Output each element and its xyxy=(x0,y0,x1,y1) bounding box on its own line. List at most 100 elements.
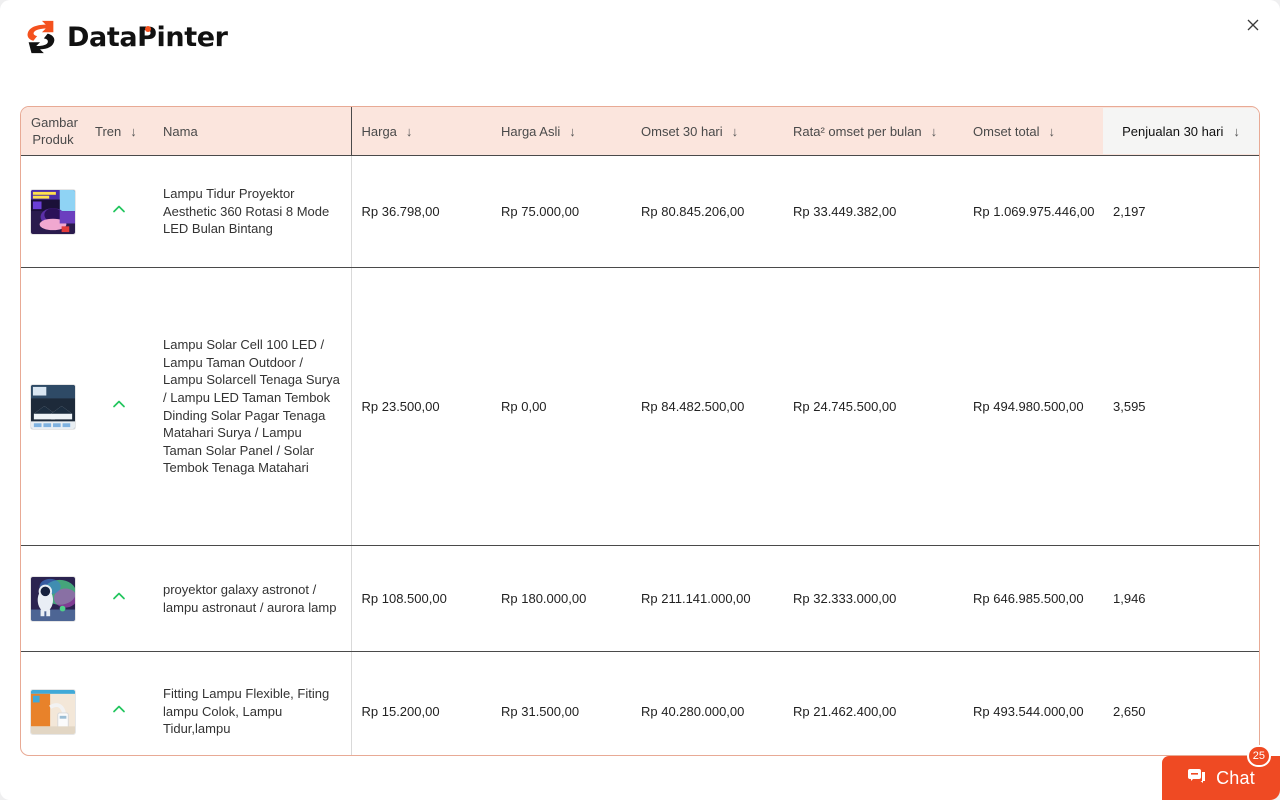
chevron-up-glyph xyxy=(113,205,125,213)
trend-cell xyxy=(85,651,153,755)
product-image-cell xyxy=(21,651,85,755)
chevron-up-glyph xyxy=(113,705,125,713)
trend-cell xyxy=(85,545,153,652)
app-header: DataPinter xyxy=(0,0,1280,88)
column-header-omset-total[interactable]: Omset total ↓ xyxy=(963,107,1103,156)
table-row[interactable]: proyektor galaxy astronot / lampu astron… xyxy=(21,545,1259,652)
table-row[interactable]: Lampu Solar Cell 100 LED / Lampu Taman O… xyxy=(21,267,1259,546)
column-label-nama: Nama xyxy=(163,123,198,139)
penjualan-30-hari-cell: 2,197 xyxy=(1103,155,1259,268)
products-table: Gambar Produk Tren ↓ Nama Harga ↓ Harga … xyxy=(21,107,1259,755)
lampu-tidur-proyektor-thumbnail-icon xyxy=(31,189,75,234)
penjualan-30-hari-cell: 2,650 xyxy=(1103,651,1259,755)
brand-logo: DataPinter xyxy=(24,18,228,56)
harga-cell: Rp 36.798,00 xyxy=(351,155,491,268)
close-x-glyph xyxy=(1247,19,1259,31)
app-window: DataPinter Gambar Produk Tren ↓ Nama Har… xyxy=(0,0,1280,800)
harga-asli-cell: Rp 31.500,00 xyxy=(491,651,631,755)
chevron-up-glyph xyxy=(113,592,125,600)
s-arrow-logo-icon xyxy=(27,20,55,54)
product-thumbnail[interactable] xyxy=(30,575,76,622)
column-label-harga: Harga xyxy=(361,123,397,139)
trend-cell xyxy=(85,267,153,546)
harga-asli-cell: Rp 75.000,00 xyxy=(491,155,631,268)
trend-cell xyxy=(85,155,153,268)
rata-omset-per-bulan-cell: Rp 33.449.382,00 xyxy=(783,155,963,268)
rata-omset-per-bulan-cell: Rp 32.333.000,00 xyxy=(783,545,963,652)
harga-asli-cell: Rp 180.000,00 xyxy=(491,545,631,652)
rata-omset-per-bulan-cell: Rp 24.745.500,00 xyxy=(783,267,963,546)
chevron-up-icon xyxy=(111,201,127,217)
chevron-up-icon xyxy=(111,396,127,412)
harga-cell: Rp 15.200,00 xyxy=(351,651,491,755)
brand-accent-dot xyxy=(145,25,151,32)
column-label-omset-total: Omset total xyxy=(973,123,1040,139)
sort-descending-icon[interactable]: ↓ xyxy=(569,125,576,138)
column-header-rata-omset-per-bulan[interactable]: Rata² omset per bulan ↓ xyxy=(783,107,963,156)
table-scroll-region[interactable]: Gambar Produk Tren ↓ Nama Harga ↓ Harga … xyxy=(21,107,1259,755)
brand-name: DataPinter xyxy=(67,24,228,51)
column-label-omset-30-hari: Omset 30 hari xyxy=(641,123,723,139)
column-header-omset-30-hari[interactable]: Omset 30 hari ↓ xyxy=(631,107,783,156)
proyektor-galaxy-astronot-thumbnail-icon xyxy=(31,576,75,621)
omset-total-cell: Rp 493.544.000,00 xyxy=(963,651,1103,755)
products-table-frame: Gambar Produk Tren ↓ Nama Harga ↓ Harga … xyxy=(20,106,1260,756)
product-name-cell: proyektor galaxy astronot / lampu astron… xyxy=(153,545,352,652)
column-header-harga[interactable]: Harga ↓ xyxy=(351,107,491,156)
table-row[interactable]: Lampu Tidur Proyektor Aesthetic 360 Rota… xyxy=(21,155,1259,268)
harga-asli-cell: Rp 0,00 xyxy=(491,267,631,546)
table-header-row: Gambar Produk Tren ↓ Nama Harga ↓ Harga … xyxy=(21,107,1259,156)
column-header-gambar-produk: Gambar Produk xyxy=(21,107,85,156)
sort-descending-icon[interactable]: ↓ xyxy=(732,125,739,138)
product-thumbnail[interactable] xyxy=(30,688,76,735)
table-row[interactable]: Fitting Lampu Flexible, Fiting lampu Col… xyxy=(21,651,1259,755)
column-header-harga-asli[interactable]: Harga Asli ↓ xyxy=(491,107,631,156)
sort-descending-icon[interactable]: ↓ xyxy=(130,125,137,138)
penjualan-30-hari-cell: 3,595 xyxy=(1103,267,1259,546)
harga-cell: Rp 108.500,00 xyxy=(351,545,491,652)
product-image-cell xyxy=(21,267,85,546)
column-label-gambar-line2: Produk xyxy=(32,132,74,147)
sort-descending-icon[interactable]: ↓ xyxy=(931,125,938,138)
omset-30-hari-cell: Rp 40.280.000,00 xyxy=(631,651,783,755)
omset-30-hari-cell: Rp 84.482.500,00 xyxy=(631,267,783,546)
product-image-cell xyxy=(21,155,85,268)
table-body: Lampu Tidur Proyektor Aesthetic 360 Rota… xyxy=(21,155,1259,755)
column-label-rata-omset-per-bulan: Rata² omset per bulan xyxy=(793,123,922,139)
chat-widget-button[interactable]: Chat 25 xyxy=(1162,745,1280,800)
lampu-solar-cell-thumbnail-icon xyxy=(31,384,75,429)
chevron-up-icon xyxy=(111,701,127,717)
sort-descending-icon[interactable]: ↓ xyxy=(406,125,413,138)
harga-cell: Rp 23.500,00 xyxy=(351,267,491,546)
omset-total-cell: Rp 646.985.500,00 xyxy=(963,545,1103,652)
chevron-up-icon xyxy=(111,588,127,604)
fitting-lampu-flexible-thumbnail-icon xyxy=(31,689,75,734)
product-name-cell: Lampu Solar Cell 100 LED / Lampu Taman O… xyxy=(153,267,352,546)
sort-descending-icon[interactable]: ↓ xyxy=(1233,125,1240,138)
product-image-cell xyxy=(21,545,85,652)
rata-omset-per-bulan-cell: Rp 21.462.400,00 xyxy=(783,651,963,755)
omset-30-hari-cell: Rp 211.141.000,00 xyxy=(631,545,783,652)
product-name-cell: Fitting Lampu Flexible, Fiting lampu Col… xyxy=(153,651,352,755)
product-thumbnail[interactable] xyxy=(30,188,76,235)
omset-30-hari-cell: Rp 80.845.206,00 xyxy=(631,155,783,268)
chat-unread-badge: 25 xyxy=(1246,745,1271,767)
product-thumbnail[interactable] xyxy=(30,383,76,430)
sort-descending-icon[interactable]: ↓ xyxy=(1048,125,1055,138)
chat-label: Chat xyxy=(1216,767,1255,788)
close-icon[interactable] xyxy=(1240,12,1266,38)
column-label-gambar-line1: Gambar xyxy=(31,115,78,130)
chat-bubble-glyph xyxy=(1188,768,1206,783)
column-header-nama: Nama xyxy=(153,107,352,156)
column-label-tren: Tren xyxy=(95,123,122,139)
column-header-penjualan-30-hari[interactable]: Penjualan 30 hari ↓ xyxy=(1103,107,1259,156)
penjualan-30-hari-cell: 1,946 xyxy=(1103,545,1259,652)
active-sort-column-pill[interactable]: Penjualan 30 hari ↓ xyxy=(1103,108,1259,154)
chevron-up-glyph xyxy=(113,400,125,408)
chat-bubble-icon xyxy=(1187,766,1207,791)
column-label-harga-asli: Harga Asli xyxy=(501,123,561,139)
omset-total-cell: Rp 1.069.975.446,00 xyxy=(963,155,1103,268)
column-label-penjualan-30-hari: Penjualan 30 hari xyxy=(1122,123,1224,139)
column-header-tren[interactable]: Tren ↓ xyxy=(85,107,153,156)
omset-total-cell: Rp 494.980.500,00 xyxy=(963,267,1103,546)
